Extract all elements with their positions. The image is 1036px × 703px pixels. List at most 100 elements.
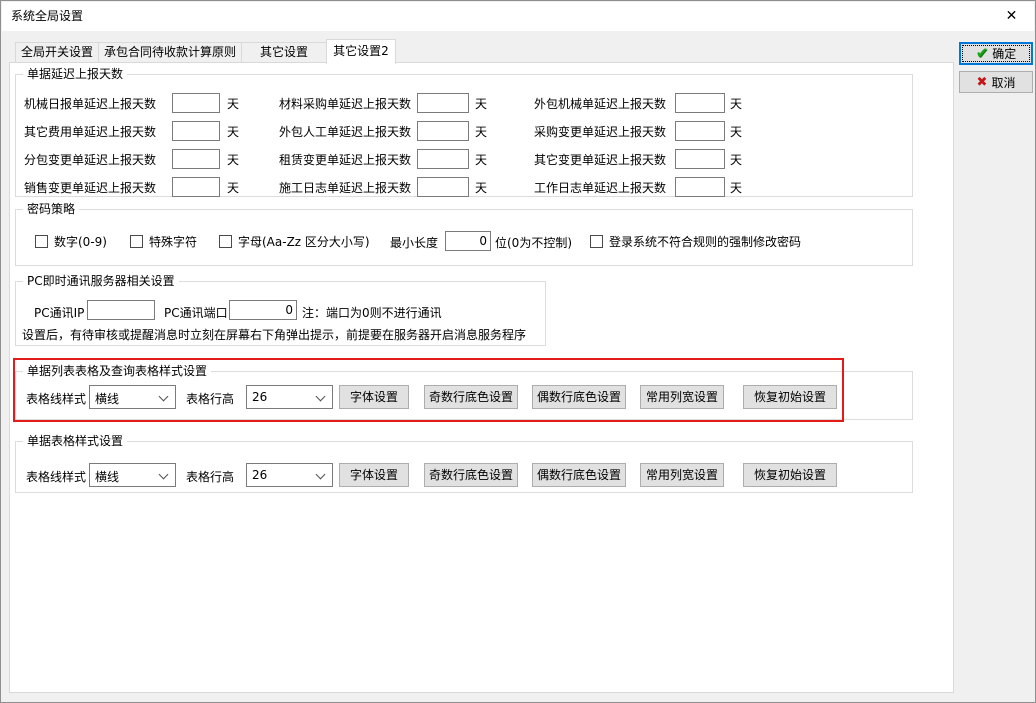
unit-label: 天 (220, 123, 279, 140)
delay-label: 销售变更单延迟上报天数 (24, 179, 172, 196)
row-height-select[interactable]: 26 (246, 463, 333, 487)
cancel-button[interactable]: ✖ 取消 (959, 71, 1033, 93)
group-delay-title: 单据延迟上报天数 (23, 66, 127, 82)
tab-global-switch[interactable]: 全局开关设置 (15, 42, 99, 63)
column-width-button[interactable]: 常用列宽设置 (640, 385, 724, 409)
selected-value: 26 (252, 468, 267, 482)
unit-label: 天 (220, 179, 279, 196)
checkbox-icon[interactable] (590, 235, 603, 248)
min-length-label: 最小长度 (390, 234, 438, 251)
checkbox-force-password-change[interactable]: 登录系统不符合规则的强制修改密码 (590, 231, 801, 251)
checkbox-icon[interactable] (130, 235, 143, 248)
title-bar: 系统全局设置 ✕ (2, 2, 1034, 31)
x-icon: ✖ (977, 76, 988, 89)
delay-input[interactable] (417, 177, 469, 197)
delay-row: 机械日报单延迟上报天数 天 材料采购单延迟上报天数 天 外包机械单延迟上报天数 … (24, 93, 742, 113)
delay-input[interactable] (417, 93, 469, 113)
group-delay-report-days: 单据延迟上报天数 机械日报单延迟上报天数 天 材料采购单延迟上报天数 天 外包机… (15, 74, 913, 197)
delay-input[interactable] (417, 149, 469, 169)
line-style-select[interactable]: 横线 (89, 385, 176, 409)
delay-input[interactable] (675, 121, 725, 141)
delay-row: 其它费用单延迟上报天数 天 外包人工单延迟上报天数 天 采购变更单延迟上报天数 … (24, 121, 742, 141)
delay-input[interactable] (675, 93, 725, 113)
pc-description: 设置后，有待审核或提醒消息时立刻在屏幕右下角弹出提示，前提要在服务器开启消息服务… (22, 326, 526, 343)
even-row-color-button[interactable]: 偶数行底色设置 (532, 385, 626, 409)
delay-label: 机械日报单延迟上报天数 (24, 95, 172, 112)
delay-label: 外包机械单延迟上报天数 (534, 95, 675, 112)
check-icon: ✔ (976, 46, 989, 61)
close-icon[interactable]: ✕ (989, 2, 1034, 31)
line-style-label: 表格线样式 (26, 468, 86, 485)
delay-input[interactable] (675, 149, 725, 169)
row-height-label: 表格行高 (186, 390, 234, 407)
delay-label: 采购变更单延迟上报天数 (534, 123, 675, 140)
line-style-select[interactable]: 横线 (89, 463, 176, 487)
unit-label: 天 (469, 179, 534, 196)
delay-label: 工作日志单延迟上报天数 (534, 179, 675, 196)
chevron-down-icon (316, 392, 326, 402)
chevron-down-icon (316, 470, 326, 480)
delay-row: 销售变更单延迟上报天数 天 施工日志单延迟上报天数 天 工作日志单延迟上报天数 … (24, 177, 742, 197)
min-length-input[interactable] (445, 231, 491, 251)
delay-label: 外包人工单延迟上报天数 (279, 123, 417, 140)
delay-input[interactable] (172, 93, 220, 113)
tab-contract-receivable-rule[interactable]: 承包合同待收款计算原则 (98, 42, 242, 63)
even-row-color-button[interactable]: 偶数行底色设置 (532, 463, 626, 487)
checkbox-icon[interactable] (219, 235, 232, 248)
ok-button[interactable]: ✔ 确定 (959, 42, 1033, 65)
delay-label: 材料采购单延迟上报天数 (279, 95, 417, 112)
delay-label: 其它变更单延迟上报天数 (534, 151, 675, 168)
checkbox-digits[interactable]: 数字(0-9) (35, 231, 107, 251)
checkbox-label: 登录系统不符合规则的强制修改密码 (609, 233, 801, 250)
selected-value: 横线 (95, 468, 119, 485)
unit-label: 天 (725, 123, 742, 140)
delay-input[interactable] (172, 177, 220, 197)
group-pc-im-server: PC即时通讯服务器相关设置 PC通讯IP PC通讯端口 注：端口为0则不进行通讯… (15, 281, 546, 346)
unit-label: 天 (725, 179, 742, 196)
selected-value: 横线 (95, 390, 119, 407)
group-doc-table-title: 单据表格样式设置 (23, 433, 127, 449)
pc-port-note: 注：端口为0则不进行通讯 (302, 304, 442, 321)
tab-other-settings-2[interactable]: 其它设置2 (326, 39, 396, 64)
group-list-table-style: 单据列表表格及查询表格样式设置 表格线样式 横线 表格行高 26 字体设置 奇数… (15, 371, 913, 420)
window-title: 系统全局设置 (11, 2, 83, 31)
delay-input[interactable] (417, 121, 469, 141)
group-password-policy: 密码策略 数字(0-9) 特殊字符 字母(Aa-Zz 区分大小写) 最小长度 位… (15, 209, 913, 266)
group-pc-title: PC即时通讯服务器相关设置 (23, 273, 179, 289)
min-length-suffix: 位(0为不控制) (495, 234, 572, 251)
unit-label: 天 (220, 95, 279, 112)
reset-defaults-button[interactable]: 恢复初始设置 (743, 385, 837, 409)
delay-input[interactable] (675, 177, 725, 197)
unit-label: 天 (469, 151, 534, 168)
group-password-title: 密码策略 (23, 201, 79, 217)
reset-defaults-button[interactable]: 恢复初始设置 (743, 463, 837, 487)
delay-label: 其它费用单延迟上报天数 (24, 123, 172, 140)
delay-input[interactable] (172, 149, 220, 169)
dialog-system-global-settings: 系统全局设置 ✕ 全局开关设置 承包合同待收款计算原则 其它设置 其它设置2 单… (0, 0, 1036, 703)
odd-row-color-button[interactable]: 奇数行底色设置 (424, 463, 518, 487)
tab-other-settings[interactable]: 其它设置 (241, 42, 327, 63)
delay-label: 施工日志单延迟上报天数 (279, 179, 417, 196)
pc-ip-input[interactable] (87, 300, 155, 320)
delay-input[interactable] (172, 121, 220, 141)
checkbox-letters[interactable]: 字母(Aa-Zz 区分大小写) (219, 231, 370, 251)
selected-value: 26 (252, 390, 267, 404)
font-settings-button[interactable]: 字体设置 (339, 385, 409, 409)
checkbox-icon[interactable] (35, 235, 48, 248)
chevron-down-icon (159, 470, 169, 480)
checkbox-label: 字母(Aa-Zz 区分大小写) (238, 233, 370, 250)
checkbox-label: 特殊字符 (149, 233, 197, 250)
row-height-select[interactable]: 26 (246, 385, 333, 409)
row-height-label: 表格行高 (186, 468, 234, 485)
group-list-table-title: 单据列表表格及查询表格样式设置 (23, 363, 211, 379)
odd-row-color-button[interactable]: 奇数行底色设置 (424, 385, 518, 409)
checkbox-special-chars[interactable]: 特殊字符 (130, 231, 197, 251)
font-settings-button[interactable]: 字体设置 (339, 463, 409, 487)
ok-button-label: 确定 (992, 45, 1016, 62)
delay-row: 分包变更单延迟上报天数 天 租赁变更单延迟上报天数 天 其它变更单延迟上报天数 … (24, 149, 742, 169)
pc-port-input[interactable] (229, 300, 297, 320)
unit-label: 天 (469, 123, 534, 140)
column-width-button[interactable]: 常用列宽设置 (640, 463, 724, 487)
group-doc-table-style: 单据表格样式设置 表格线样式 横线 表格行高 26 字体设置 奇数行底色设置 偶… (15, 441, 913, 493)
unit-label: 天 (220, 151, 279, 168)
